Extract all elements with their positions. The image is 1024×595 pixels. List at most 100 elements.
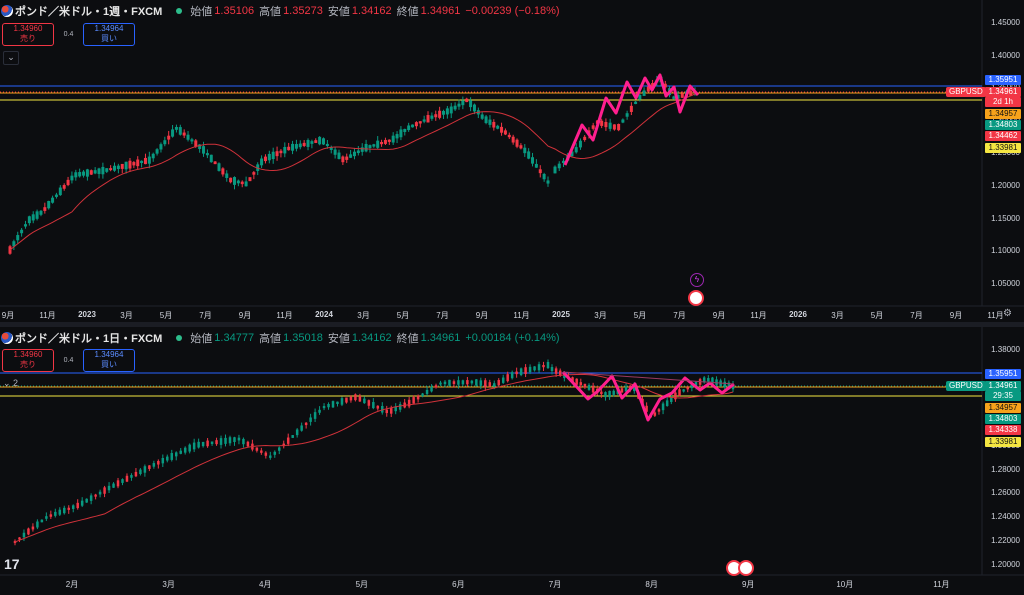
candle-body bbox=[372, 144, 376, 147]
candle-body bbox=[291, 143, 295, 151]
candle-body bbox=[506, 374, 509, 382]
time-tick-label: 9月 bbox=[238, 311, 252, 320]
candle-body bbox=[248, 177, 252, 182]
candle-body bbox=[422, 119, 426, 122]
candle-body bbox=[309, 417, 312, 422]
change-value: −0.00239 (−0.18%) bbox=[465, 5, 560, 17]
spread-value: 0.4 bbox=[63, 31, 74, 38]
candle-body bbox=[470, 380, 474, 384]
candle-body bbox=[387, 139, 391, 142]
countdown-tag: 29:35 bbox=[985, 391, 1021, 401]
candle-body bbox=[47, 201, 51, 209]
candle-body bbox=[336, 401, 339, 404]
weekly-trade-panel: 1.34960 売り 0.4 1.34964 買い bbox=[2, 23, 135, 46]
time-tick-label: 10月 bbox=[836, 580, 854, 589]
weekly-chart-pane[interactable]: ポンド／米ドル・1週・FXCM 始値 1.35106 高値 1.35273 安値 1.… bbox=[0, 0, 1024, 322]
candle-body bbox=[58, 187, 62, 196]
time-tick-label: 5月 bbox=[870, 311, 884, 320]
candle-body bbox=[260, 158, 264, 166]
candle-body bbox=[242, 438, 245, 445]
weekly-chart-canvas[interactable] bbox=[0, 0, 1024, 322]
candle-body bbox=[16, 235, 20, 241]
indicators-collapse-button[interactable]: ⌄ 2 bbox=[3, 378, 18, 389]
candle-body bbox=[306, 140, 310, 147]
buy-button[interactable]: 1.34964 買い bbox=[83, 349, 135, 372]
candle-body bbox=[364, 143, 368, 152]
candle-body bbox=[232, 177, 236, 185]
candle-body bbox=[578, 140, 582, 148]
candle-body bbox=[167, 135, 171, 140]
candle-body bbox=[67, 507, 70, 510]
price-tag-green: 1.34803 bbox=[985, 120, 1021, 130]
us-flag-event-icon[interactable] bbox=[688, 290, 704, 306]
time-tick-label: 2024 bbox=[315, 310, 333, 319]
candle-body bbox=[71, 505, 75, 509]
candle-body bbox=[116, 165, 120, 170]
candle-body bbox=[166, 456, 169, 461]
price-tick-label: 1.20000 bbox=[991, 560, 1020, 570]
candle-body bbox=[466, 380, 469, 385]
candle-body bbox=[612, 124, 616, 130]
time-tick-label: 11月 bbox=[750, 311, 767, 320]
buy-button[interactable]: 1.34964 買い bbox=[83, 23, 135, 46]
candle-body bbox=[461, 100, 465, 106]
gbp-usd-flag-icon bbox=[1, 332, 13, 344]
price-tick-label: 1.20000 bbox=[991, 181, 1020, 190]
time-tick-label: 7月 bbox=[910, 311, 923, 320]
candle-body bbox=[665, 400, 669, 406]
sell-button[interactable]: 1.34960 売り bbox=[2, 349, 54, 372]
price-tag-blue: 1.35951 bbox=[985, 369, 1021, 379]
gear-icon[interactable]: ⚙ bbox=[1003, 308, 1012, 319]
price-tick-label: 1.24000 bbox=[991, 512, 1020, 522]
candle-body bbox=[621, 119, 625, 123]
time-tick-label: 2025 bbox=[552, 310, 570, 319]
candle-body bbox=[331, 401, 335, 408]
candle-body bbox=[457, 103, 461, 107]
candle-body bbox=[583, 136, 587, 141]
candle-body bbox=[244, 181, 248, 187]
candle-body bbox=[376, 405, 380, 409]
candle-body bbox=[229, 177, 233, 183]
us-flag-event-icon[interactable] bbox=[738, 560, 754, 576]
time-tick-label: 7月 bbox=[436, 311, 449, 320]
candle-body bbox=[448, 379, 451, 386]
lightning-icon[interactable]: ϟ bbox=[690, 273, 704, 287]
time-tick-label: 3月 bbox=[162, 580, 175, 589]
candle-body bbox=[294, 144, 298, 149]
candle-body bbox=[407, 399, 411, 407]
candle-body bbox=[310, 141, 314, 144]
sell-button[interactable]: 1.34960 売り bbox=[2, 23, 54, 46]
candle-body bbox=[500, 126, 504, 133]
time-tick-label: 11月 bbox=[39, 311, 56, 320]
high-label: 高値 bbox=[259, 6, 282, 18]
candle-body bbox=[475, 379, 478, 386]
close-value: 1.34961 bbox=[420, 332, 461, 344]
candle-body bbox=[63, 507, 66, 514]
time-tick-label: 11月 bbox=[987, 311, 1004, 320]
candle-body bbox=[445, 108, 449, 115]
time-tick-label: 4月 bbox=[258, 580, 272, 589]
candle-body bbox=[661, 403, 665, 411]
candle-body bbox=[93, 170, 97, 174]
time-tick-label: 3月 bbox=[357, 311, 370, 320]
candle-body bbox=[236, 180, 240, 184]
candle-body bbox=[224, 437, 227, 444]
tradingview-logo[interactable]: 17 bbox=[4, 556, 20, 572]
chevron-down-icon[interactable]: ⌄ bbox=[3, 51, 19, 65]
candle-body bbox=[488, 382, 492, 387]
candle-body bbox=[591, 385, 595, 393]
candle-body bbox=[298, 143, 302, 148]
symbol-title[interactable]: ポンド／米ドル・1週・FXCM bbox=[15, 3, 162, 19]
candle-body bbox=[358, 396, 362, 402]
candle-body bbox=[80, 500, 84, 506]
candle-body bbox=[418, 121, 422, 124]
candle-body bbox=[22, 532, 26, 538]
daily-chart-pane[interactable]: ポンド／米ドル・1日・FXCM 始値 1.34777 高値 1.35018 安値 1.… bbox=[0, 327, 1024, 595]
time-tick-label: 9月 bbox=[949, 311, 963, 320]
candle-body bbox=[496, 125, 500, 129]
daily-chart-canvas[interactable] bbox=[0, 327, 1024, 595]
candle-body bbox=[430, 386, 433, 392]
candle-body bbox=[278, 447, 281, 451]
high-label: 高値 bbox=[259, 333, 282, 345]
symbol-title[interactable]: ポンド／米ドル・1日・FXCM bbox=[15, 330, 162, 346]
